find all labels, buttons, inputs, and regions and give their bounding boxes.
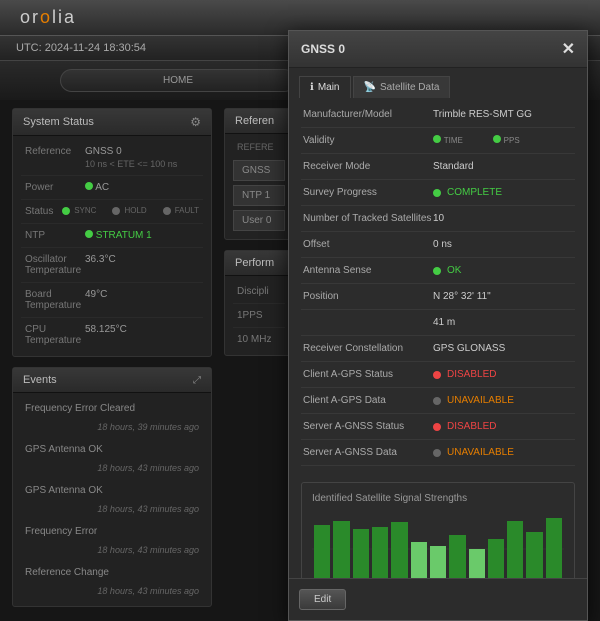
signal-bar	[372, 527, 388, 578]
modal-row: PositionN 28° 32' 11"	[301, 284, 575, 310]
signal-bar	[469, 549, 485, 578]
signal-bar	[314, 525, 330, 579]
expand-icon[interactable]: ⤢	[193, 375, 201, 386]
chart-title: Identified Satellite Signal Strengths	[312, 493, 564, 504]
signal-bar	[353, 529, 369, 578]
status-row: StatusSYNCHOLDFAULT	[21, 200, 203, 224]
signal-bar	[430, 546, 446, 579]
signal-bar	[449, 535, 465, 578]
events-panel: Events⤢ Frequency Error Cleared18 hours,…	[12, 367, 212, 607]
event-time: 18 hours, 43 minutes ago	[21, 461, 203, 479]
event-item: Frequency Error Cleared	[21, 397, 203, 420]
modal-row: Offset0 ns	[301, 232, 575, 258]
system-status-title: System Status	[23, 116, 94, 128]
ref-button[interactable]: GNSS	[233, 160, 285, 181]
signal-bar	[411, 542, 427, 578]
ref-button[interactable]: User 0	[233, 210, 285, 231]
perf-row: 10 MHz	[233, 328, 285, 351]
satellite-icon: 📡	[364, 82, 376, 93]
signal-bar	[333, 521, 349, 578]
modal-row: Server A-GNSS StatusDISABLED	[301, 414, 575, 440]
event-time: 18 hours, 43 minutes ago	[21, 502, 203, 520]
status-row: CPU Temperature58.125°C	[21, 318, 203, 352]
modal-row: Receiver ModeStandard	[301, 154, 575, 180]
gnss-modal: GNSS 0 ✕ ℹMain 📡Satellite Data Manufactu…	[288, 30, 588, 621]
signal-bar	[546, 518, 562, 579]
modal-row: Server A-GNSS DataUNAVAILABLE	[301, 440, 575, 466]
modal-row: Receiver ConstellationGPS GLONASS	[301, 336, 575, 362]
status-row: ReferenceGNSS 010 ns < ETE <= 100 ns	[21, 140, 203, 176]
ref-status-panel: Referen REFEREGNSSNTP 1User 0	[224, 108, 294, 240]
modal-row: Number of Tracked Satellites10	[301, 206, 575, 232]
event-item: GPS Antenna OK	[21, 438, 203, 461]
nav-home[interactable]: HOME	[60, 69, 296, 92]
signal-bar	[507, 521, 523, 578]
status-row: NTP STRATUM 1	[21, 224, 203, 248]
modal-title: GNSS 0	[301, 42, 345, 56]
close-icon[interactable]: ✕	[562, 39, 575, 59]
event-item: GPS Antenna OK	[21, 479, 203, 502]
status-row: Board Temperature49°C	[21, 283, 203, 318]
perf-panel: Perform Discipli1PPS10 MHz	[224, 250, 294, 356]
modal-row: 41 m	[301, 310, 575, 336]
signal-bar	[391, 522, 407, 578]
modal-row: Validity TIME PPS	[301, 128, 575, 154]
modal-row: Client A-GPS StatusDISABLED	[301, 362, 575, 388]
modal-row: Antenna SenseOK	[301, 258, 575, 284]
system-status-panel: System Status ⚙ ReferenceGNSS 010 ns < ET…	[12, 108, 212, 357]
ref-button[interactable]: NTP 1	[233, 185, 285, 206]
signal-chart: Identified Satellite Signal Strengths	[301, 482, 575, 578]
modal-row: Survey ProgressCOMPLETE	[301, 180, 575, 206]
event-item: Reference Change	[21, 561, 203, 584]
status-row: Oscillator Temperature36.3°C	[21, 248, 203, 283]
event-time: 18 hours, 43 minutes ago	[21, 584, 203, 602]
signal-bar	[488, 539, 504, 579]
perf-row: Discipli	[233, 280, 285, 304]
logo: orolia	[20, 7, 76, 28]
ref-title: Referen	[235, 115, 274, 127]
signal-bar	[526, 532, 542, 579]
status-row: Power AC	[21, 176, 203, 200]
modal-row: Manufacturer/ModelTrimble RES-SMT GG	[301, 102, 575, 128]
tab-main[interactable]: ℹMain	[299, 76, 351, 98]
event-item: Frequency Error	[21, 520, 203, 543]
events-title: Events	[23, 374, 57, 386]
gear-icon[interactable]: ⚙	[190, 115, 201, 129]
event-time: 18 hours, 43 minutes ago	[21, 543, 203, 561]
info-icon: ℹ	[310, 82, 314, 93]
modal-row: Client A-GPS DataUNAVAILABLE	[301, 388, 575, 414]
tab-satellite-data[interactable]: 📡Satellite Data	[353, 76, 451, 98]
event-time: 18 hours, 39 minutes ago	[21, 420, 203, 438]
perf-title: Perform	[235, 257, 274, 269]
perf-row: 1PPS	[233, 304, 285, 328]
